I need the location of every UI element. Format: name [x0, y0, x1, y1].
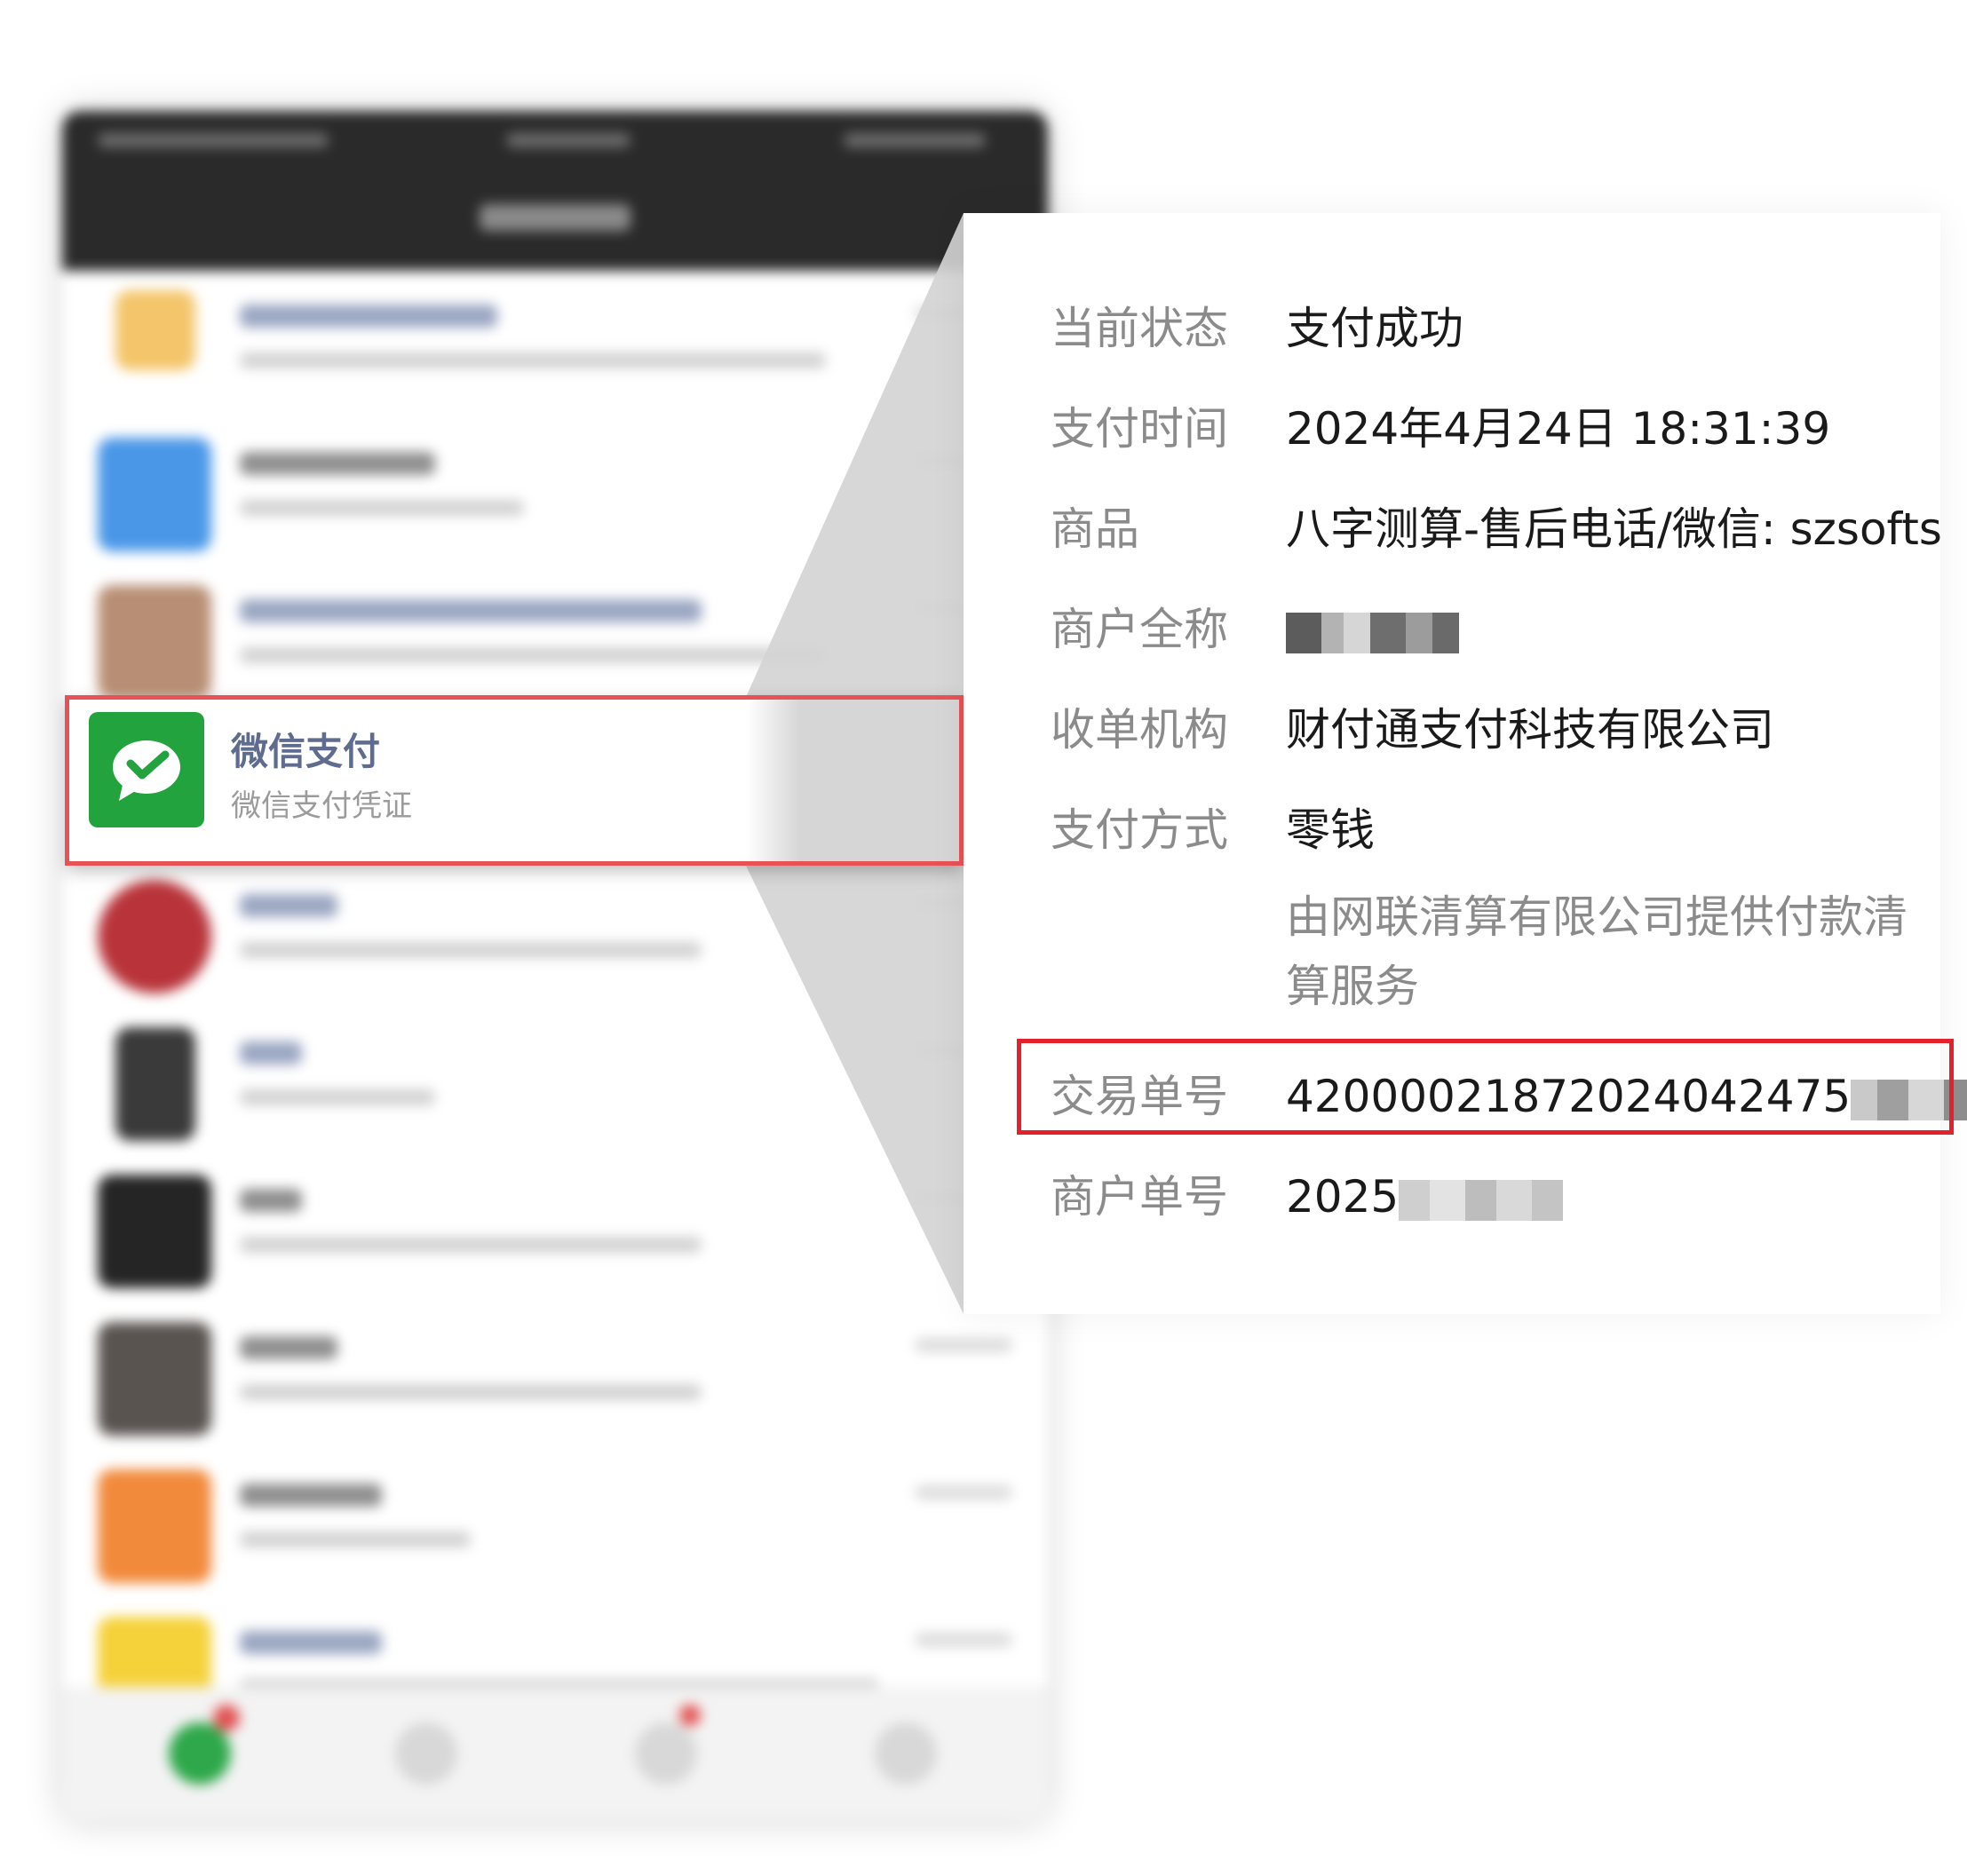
chat-row — [62, 418, 1048, 566]
payment-detail-card: 当前状态 支付成功 支付时间 2024年4月24日 18:31:39 商品 八字… — [964, 213, 1967, 1314]
chat-row — [62, 1155, 1048, 1303]
pay-method-note: 由网联清算有限公司提供付款清算服务 — [1286, 891, 1908, 1012]
field-value: 支付成功 — [1286, 303, 1463, 354]
tab-bar — [62, 1687, 1048, 1820]
chat-row — [62, 1008, 1048, 1156]
merchant-order-no-value: 2025 — [1286, 1170, 1567, 1223]
field-value: 2024年4月24日 18:31:39 — [1286, 403, 1831, 455]
field-label: 收单机构 — [1051, 704, 1228, 756]
field-label: 商户全称 — [1051, 604, 1228, 655]
field-value: 零钱 — [1286, 804, 1375, 856]
merchant-order-no-visible: 2025 — [1286, 1171, 1400, 1223]
merchant-name-pixelated — [1286, 603, 1463, 656]
field-label: 商户单号 — [1051, 1171, 1228, 1223]
transaction-no-highlight-box — [1017, 1039, 1954, 1135]
chat-row — [62, 1450, 1048, 1598]
chat-row — [62, 860, 1048, 1009]
field-value: 八字测算-售后电话/微信: szsofts — [1286, 503, 1942, 555]
chat-row — [62, 566, 1048, 714]
chat-row — [62, 271, 1048, 419]
row-highlight-box — [65, 695, 964, 866]
blurred-chat-list — [62, 111, 1048, 1820]
field-label: 当前状态 — [1051, 303, 1228, 354]
screenshot-stage: 微信支付 微信支付凭证 20 当前状态 支付成功 支付时间 2024年4月24日… — [0, 0, 1967, 1876]
phone-header — [62, 111, 1048, 271]
field-label: 商品 — [1051, 503, 1139, 555]
field-label: 支付时间 — [1051, 403, 1228, 455]
field-value: 财付通支付科技有限公司 — [1286, 704, 1774, 756]
chat-row — [62, 1302, 1048, 1451]
field-label: 支付方式 — [1051, 804, 1228, 856]
